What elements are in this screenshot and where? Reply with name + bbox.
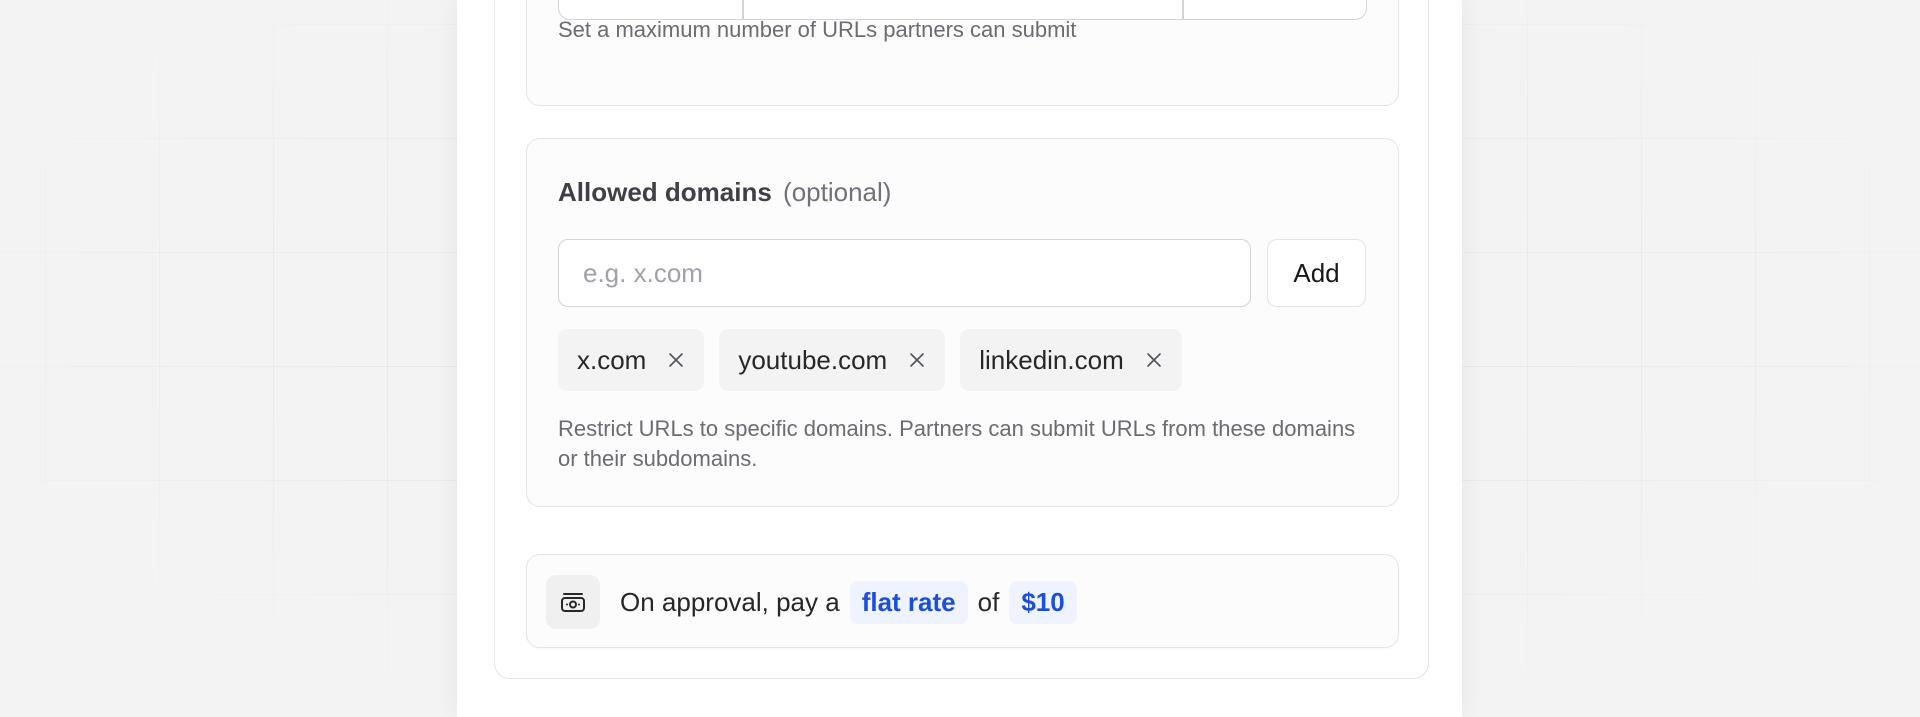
optional-label: (optional) bbox=[783, 177, 892, 207]
allowed-domains-title: Allowed domains (optional) bbox=[558, 177, 891, 208]
reward-prefix: On approval, pay a bbox=[620, 586, 840, 617]
reward-summary: On approval, pay a flat rate of $10 bbox=[526, 554, 1399, 648]
rate-type-selector[interactable]: flat rate bbox=[849, 580, 968, 624]
max-urls-help-text: Set a maximum number of URLs partners ca… bbox=[558, 17, 1077, 42]
domain-input[interactable] bbox=[558, 239, 1251, 307]
domain-tag: x.com bbox=[558, 329, 705, 391]
allowed-domains-section: Allowed domains (optional) Add x.com you… bbox=[526, 138, 1399, 507]
add-domain-button[interactable]: Add bbox=[1267, 239, 1366, 307]
amount-selector[interactable]: $10 bbox=[1009, 580, 1077, 624]
money-icon bbox=[561, 593, 585, 612]
domain-tags: x.com youtube.com linkedin.com bbox=[558, 329, 1182, 391]
close-icon[interactable] bbox=[907, 350, 927, 370]
reward-editor-panel: Set a maximum number of URLs partners ca… bbox=[457, 0, 1462, 717]
reward-connector: of bbox=[977, 586, 1000, 617]
allowed-domains-label: Allowed domains bbox=[558, 177, 772, 207]
max-urls-section: Set a maximum number of URLs partners ca… bbox=[526, 0, 1399, 106]
domain-tag-label: youtube.com bbox=[738, 344, 888, 375]
close-icon[interactable] bbox=[666, 350, 686, 370]
allowed-domains-help-text: Restrict URLs to specific domains. Partn… bbox=[558, 416, 1356, 471]
domain-tag: linkedin.com bbox=[960, 329, 1182, 391]
row-divider bbox=[1182, 0, 1184, 19]
money-icon-box bbox=[546, 575, 600, 629]
reward-sentence: On approval, pay a flat rate of $10 bbox=[620, 575, 1077, 629]
close-icon[interactable] bbox=[1144, 350, 1164, 370]
domain-tag-label: linkedin.com bbox=[979, 344, 1124, 375]
domain-tag: youtube.com bbox=[719, 329, 946, 391]
domain-tag-label: x.com bbox=[577, 344, 647, 375]
